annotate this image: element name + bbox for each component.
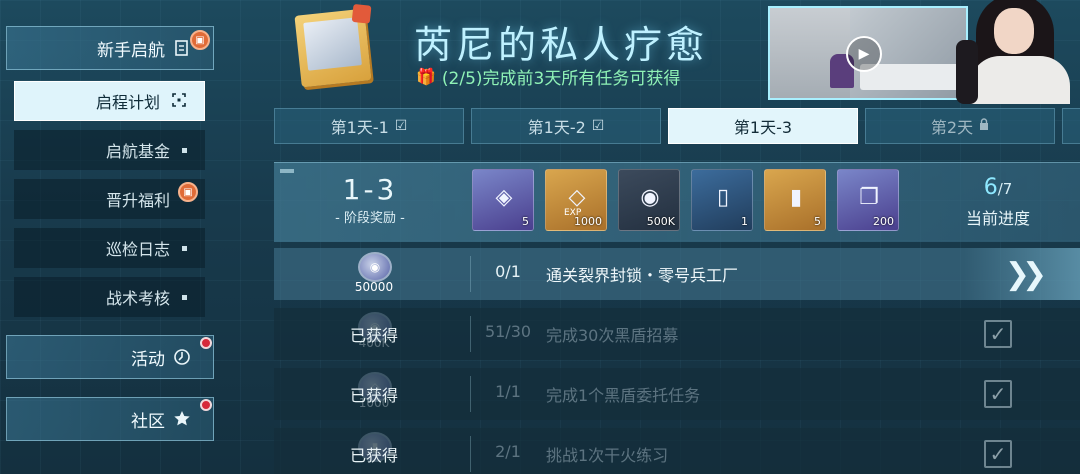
task-progress: 1/1 (495, 382, 521, 401)
sidebar-item-label: 战术考核 (105, 289, 170, 308)
tab-day1-1[interactable]: 第1天-1 ☑ (274, 108, 464, 144)
checkmark-icon: ☑ (591, 118, 605, 134)
event-banner: 芮尼的私人疗愈 🎁 (2/5)完成前3天所有任务可获得 ▶ (274, 0, 1080, 104)
reward-qty: 200 (873, 215, 894, 228)
stage-reward-label: - 阶段奖励 - (335, 211, 405, 226)
tab-label: 第2天 (930, 118, 974, 137)
nav-newbie-voyage-label: 新手启航 (97, 40, 165, 61)
sidebar-item-label: 启航基金 (105, 142, 170, 161)
bullet-icon (182, 245, 187, 251)
reward-qty: 500K (646, 215, 675, 228)
cards-icon: ❐ (859, 184, 879, 210)
reward-item-coin[interactable]: ◉ 500K (618, 169, 680, 231)
tab-day2[interactable]: 第2天 (865, 108, 1055, 144)
video-preview[interactable]: ▶ (768, 6, 968, 100)
tab-day1-3[interactable]: 第1天-3 (668, 108, 858, 144)
reward-qty: 5 (814, 215, 821, 228)
gift-badge-icon: ▣ (178, 182, 198, 202)
character-portrait (954, 0, 1080, 104)
reward-item-exp[interactable]: ◇ EXP 1000 (545, 169, 607, 231)
bullet-icon (182, 147, 187, 153)
bullet-icon (182, 294, 187, 300)
clock-icon (173, 348, 191, 366)
sidebar-item-tactical-assessment[interactable]: 战术考核 (14, 277, 205, 317)
nav-activities-label: 活动 (131, 349, 165, 370)
reward-item-capsule[interactable]: ▯ 1 (691, 169, 753, 231)
stage-progress: 6/7 (934, 175, 1062, 200)
task-name: 完成1个黑盾委托任务 (546, 386, 701, 405)
reward-qty: 50000 (354, 280, 394, 294)
reward-qty: 1 (741, 215, 748, 228)
notification-dot (200, 337, 212, 349)
tab-label: 第1天-3 (733, 118, 793, 137)
task-name: 通关裂界封锁・零号兵工厂 (546, 266, 739, 285)
gift-icon: 🎁 (416, 67, 436, 86)
coin-icon: ◉ (640, 184, 660, 210)
task-row: ◉ 400K 已获得 51/30 完成30次黑盾招募 ✓ (274, 308, 1080, 360)
go-button[interactable]: ❯❯ (964, 248, 1080, 300)
reward-qty: 1000 (574, 215, 602, 228)
tube-icon: ▮ (789, 184, 803, 210)
double-chevron-right-icon: ❯❯ (1004, 256, 1047, 292)
sidebar-item-label: 巡检日志 (105, 240, 170, 259)
gift-badge-icon: ▣ (190, 30, 210, 50)
checkmark-icon: ✓ (984, 320, 1012, 348)
sidebar-item-label: 晋升福利 (105, 191, 170, 210)
nav-activities[interactable]: 活动 (6, 335, 214, 379)
checkmark-icon: ✓ (984, 380, 1012, 408)
task-name: 完成30次黑盾招募 (546, 326, 679, 345)
sidebar-item-label: 启程计划 (95, 93, 160, 112)
checkmark-icon: ✓ (984, 440, 1012, 468)
obtained-label: 已获得 (349, 326, 398, 345)
event-thumbnail (294, 3, 372, 88)
obtained-label: 已获得 (349, 446, 398, 465)
event-subtitle: 🎁 (2/5)完成前3天所有任务可获得 (416, 64, 680, 89)
obtained-label: 已获得 (349, 386, 398, 405)
sidebar: 新手启航 ▣ 启程计划 启航基金 晋升福利 ▣ 巡检日志 战术考核 活动 社区 (0, 0, 230, 474)
sidebar-item-patrol-log[interactable]: 巡检日志 (14, 228, 205, 268)
progress-current: 6 (983, 175, 998, 200)
task-progress: 0/1 (495, 262, 521, 281)
reward-item-tube[interactable]: ▮ 5 (764, 169, 826, 231)
tab-next[interactable] (1062, 108, 1080, 144)
nav-newbie-voyage[interactable]: 新手启航 (6, 26, 214, 70)
coin-icon: ◉ (358, 252, 392, 282)
reward-item-card[interactable]: ◈ 5 (472, 169, 534, 231)
task-row: ▮ 已获得 2/1 挑战1次干火练习 ✓ (274, 428, 1080, 474)
task-progress: 51/30 (484, 322, 532, 341)
sidebar-item-launch-plan[interactable]: 启程计划 (14, 81, 205, 121)
play-icon[interactable]: ▶ (846, 36, 882, 72)
sidebar-item-promotion-benefits[interactable]: 晋升福利 (14, 179, 205, 219)
task-progress: 2/1 (495, 442, 521, 461)
card-icon: ◈ (495, 184, 513, 210)
event-title: 芮尼的私人疗愈 (414, 23, 709, 67)
tab-label: 第1天-1 (330, 118, 389, 137)
nav-community[interactable]: 社区 (6, 397, 214, 441)
tab-label: 第1天-2 (527, 118, 586, 137)
progress-label: 当前进度 (965, 209, 1030, 228)
stage-reward-panel: 1-3 - 阶段奖励 - ◈ 5 ◇ EXP 1000 ◉ 500K ▯ 1 ▮… (274, 162, 1080, 242)
nav-community-label: 社区 (131, 411, 165, 432)
stage-number: 1-3 (342, 173, 398, 206)
capsule-icon: ▯ (716, 184, 730, 210)
task-name: 挑战1次干火练习 (546, 446, 669, 465)
event-subtitle-text: (2/5)完成前3天所有任务可获得 (441, 69, 681, 89)
document-icon (173, 39, 191, 57)
tab-day1-2[interactable]: 第1天-2 ☑ (471, 108, 661, 144)
checkmark-icon: ☑ (394, 118, 408, 134)
star-icon (173, 410, 191, 428)
task-row: ◉ 50000 0/1 通关裂界封锁・零号兵工厂 ❯❯ (274, 248, 1080, 300)
lock-icon (979, 118, 989, 134)
focus-frame-icon (172, 92, 186, 111)
reward-qty: 5 (522, 215, 529, 228)
reward-item-cards[interactable]: ❐ 200 (837, 169, 899, 231)
task-row: ◇ 1000 已获得 1/1 完成1个黑盾委托任务 ✓ (274, 368, 1080, 420)
sidebar-item-launch-fund[interactable]: 启航基金 (14, 130, 205, 170)
notification-dot (200, 399, 212, 411)
progress-total: /7 (997, 180, 1013, 198)
